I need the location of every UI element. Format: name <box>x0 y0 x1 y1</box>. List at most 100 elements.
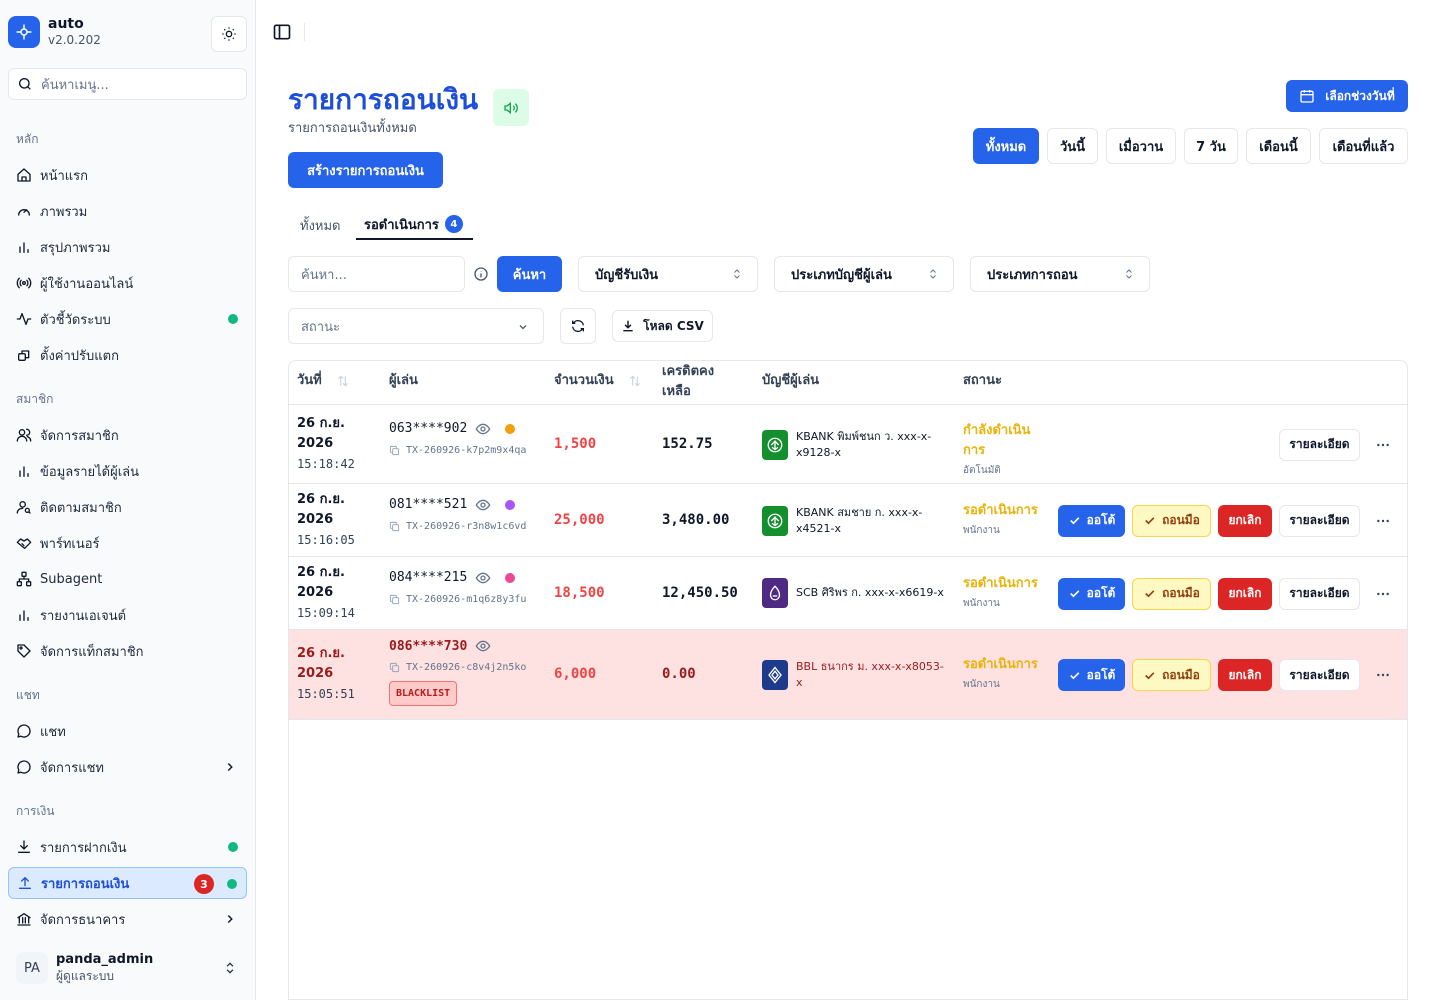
transaction-id[interactable]: TX-260926-c8v4j2n5ko <box>389 662 526 673</box>
column-header-account: บัญชีผู้เล่น <box>762 373 820 388</box>
sidebar-item[interactable]: จัดการแท็กสมาชิก <box>8 635 247 667</box>
refresh-button[interactable] <box>560 308 596 344</box>
sidebar-item[interactable]: Subagent <box>8 563 247 595</box>
date-text: 26 ก.ย. 2026 <box>297 646 345 681</box>
sidebar-item-label: รายการถอนเงิน <box>41 876 130 892</box>
cancel-button[interactable]: ยกเลิก <box>1218 577 1272 610</box>
eye-icon[interactable] <box>475 570 491 586</box>
sidebar-item[interactable]: สรุปภาพรวม <box>8 231 247 263</box>
manual-withdraw-button[interactable]: ถอนมือ <box>1132 504 1211 537</box>
table-row: 26 ก.ย. 2026 15:16:05 081****521 TX-260926-… <box>289 484 1407 557</box>
column-header-status: สถานะ <box>963 373 1002 388</box>
chevrons-up-down-icon <box>930 269 936 279</box>
page-title: รายการถอนเงิน <box>288 83 479 116</box>
date-cell: 26 ก.ย. 2026 15:18:42 <box>297 414 357 474</box>
detail-button[interactable]: รายละเอียด <box>1279 577 1360 610</box>
column-header-player: ผู้เล่น <box>389 373 418 388</box>
create-withdrawal-button[interactable]: สร้างรายการถอนเงิน <box>288 152 443 188</box>
transaction-id[interactable]: TX-260926-m1q6z8y3fu <box>389 594 526 605</box>
status-select[interactable]: สถานะ <box>288 308 544 344</box>
download-csv-button[interactable]: โหลด CSV <box>612 310 713 342</box>
detail-button[interactable]: รายละเอียด <box>1279 428 1360 461</box>
sidebar-item[interactable]: แชท <box>8 715 247 747</box>
cancel-button[interactable]: ยกเลิก <box>1218 504 1272 537</box>
eye-icon[interactable] <box>475 638 491 654</box>
more-actions-button[interactable] <box>1369 505 1397 537</box>
date-range-picker-button[interactable]: เลือกช่วงวันที่ <box>1286 80 1408 112</box>
transaction-id[interactable]: TX-260926-r3n8w1c6vd <box>389 521 526 532</box>
table-row: 26 ก.ย. 2026 15:09:14 084****215 TX-260926-… <box>289 557 1407 630</box>
player-phone: 084****215 <box>389 570 526 586</box>
column-header-amount[interactable]: จำนวนเงิน <box>554 371 642 391</box>
auto-withdraw-button[interactable]: ออโต้ <box>1058 659 1125 691</box>
sidebar-item[interactable]: รายงานเอเจนต์ <box>8 599 247 631</box>
player-cell: 063****902 TX-260926-k7p2m9x4qa <box>389 421 526 456</box>
sidebar-item[interactable]: จัดการแชท <box>8 751 247 783</box>
divider <box>304 23 305 41</box>
time-text: 15:05:51 <box>297 687 355 701</box>
app-version: v2.0.202 <box>48 33 101 47</box>
sidebar-item-label: Subagent <box>40 571 103 587</box>
user-menu[interactable]: PA panda_admin ผู้ดูแลระบบ <box>8 944 247 992</box>
more-actions-button[interactable] <box>1369 429 1397 461</box>
sidebar-group-label: แชท <box>16 688 40 702</box>
process-mode-text: พนักงาน <box>963 597 1000 609</box>
range-today-button[interactable]: วันนี้ <box>1047 128 1098 164</box>
blacklist-badge: BLACKLIST <box>389 681 458 706</box>
sidebar-item[interactable]: พาร์ทเนอร์ <box>8 527 247 559</box>
tab-all-label: ทั้งหมด <box>300 218 341 234</box>
receiving-account-select[interactable]: บัญชีรับเงิน <box>578 256 758 292</box>
cancel-button[interactable]: ยกเลิก <box>1218 659 1272 691</box>
manual-withdraw-button[interactable]: ถอนมือ <box>1132 659 1211 691</box>
time-text: 15:16:05 <box>297 532 355 547</box>
range-all-button[interactable]: ทั้งหมด <box>973 128 1039 164</box>
withdraw-type-select[interactable]: ประเภทการถอน <box>970 256 1150 292</box>
tab-all[interactable]: ทั้งหมด <box>300 210 341 240</box>
auto-withdraw-button[interactable]: ออโต้ <box>1058 577 1125 610</box>
eye-icon[interactable] <box>475 497 491 513</box>
tab-pending-count: 4 <box>444 215 463 233</box>
sidebar-item[interactable]: ผู้ใช้งานออนไลน์ <box>8 267 247 299</box>
chevron-right-icon <box>227 914 233 924</box>
sound-toggle-button[interactable] <box>493 89 529 126</box>
player-account-type-select[interactable]: ประเภทบัญชีผู้เล่น <box>774 256 954 292</box>
sidebar-item[interactable]: ข้อมูลรายได้ผู้เล่น <box>8 455 247 487</box>
range-last-month-button[interactable]: เดือนที่แล้ว <box>1319 128 1408 164</box>
sidebar-item[interactable]: หน้าแรก <box>8 159 247 191</box>
detail-button[interactable]: รายละเอียด <box>1279 659 1360 691</box>
column-header-date[interactable]: วันที่ <box>297 371 350 391</box>
player-account-cell: KBANK พิมพ์ชนก ว. xxx-x-x9128-x <box>762 429 950 461</box>
more-actions-button[interactable] <box>1369 659 1397 691</box>
sidebar-item[interactable]: รายการฝากเงิน <box>8 831 247 863</box>
more-actions-button[interactable] <box>1369 578 1397 610</box>
search-button[interactable]: ค้นหา <box>497 256 562 292</box>
sidebar-item[interactable]: จัดการธนาคาร <box>8 903 247 935</box>
radio-icon <box>16 277 32 289</box>
search-input[interactable]: ค้นหา... <box>288 256 465 292</box>
transaction-id[interactable]: TX-260926-k7p2m9x4qa <box>389 445 526 456</box>
theme-toggle-button[interactable] <box>211 16 247 52</box>
sidebar-item[interactable]: ตั้งค่าปรับแตก <box>8 339 247 371</box>
gauge-icon <box>18 209 30 216</box>
sidebar-item[interactable]: จัดการสมาชิก <box>8 419 247 451</box>
column-header-balance: เครดิตคงเหลือ <box>662 364 715 399</box>
tab-pending[interactable]: รอดำเนินการ 4 <box>356 210 473 240</box>
range-this-month-button[interactable]: เดือนนี้ <box>1246 128 1311 164</box>
eye-icon[interactable] <box>475 421 491 437</box>
sidebar-item-label: ติดตามสมาชิก <box>40 500 122 516</box>
chevrons-up-down-icon <box>1126 269 1132 279</box>
detail-button[interactable]: รายละเอียด <box>1279 504 1360 537</box>
menu-search-input[interactable]: ค้นหาเมนู... <box>8 68 247 100</box>
date-cell: 26 ก.ย. 2026 15:09:14 <box>297 563 357 623</box>
sidebar-item[interactable]: รายการถอนเงิน 3 <box>8 867 247 899</box>
manual-withdraw-button[interactable]: ถอนมือ <box>1132 577 1211 610</box>
sidebar-toggle-button[interactable] <box>272 22 292 46</box>
sidebar-item[interactable]: ติดตามสมาชิก <box>8 491 247 523</box>
panel-left-icon <box>273 24 291 40</box>
sidebar-item[interactable]: ตัวชี้วัดระบบ <box>8 303 247 335</box>
csv-label: โหลด CSV <box>643 318 704 333</box>
sidebar-item[interactable]: ภาพรวม <box>8 195 247 227</box>
auto-withdraw-button[interactable]: ออโต้ <box>1058 504 1125 537</box>
range-7days-button[interactable]: 7 วัน <box>1184 128 1238 164</box>
range-yesterday-button[interactable]: เมื่อวาน <box>1106 128 1176 164</box>
